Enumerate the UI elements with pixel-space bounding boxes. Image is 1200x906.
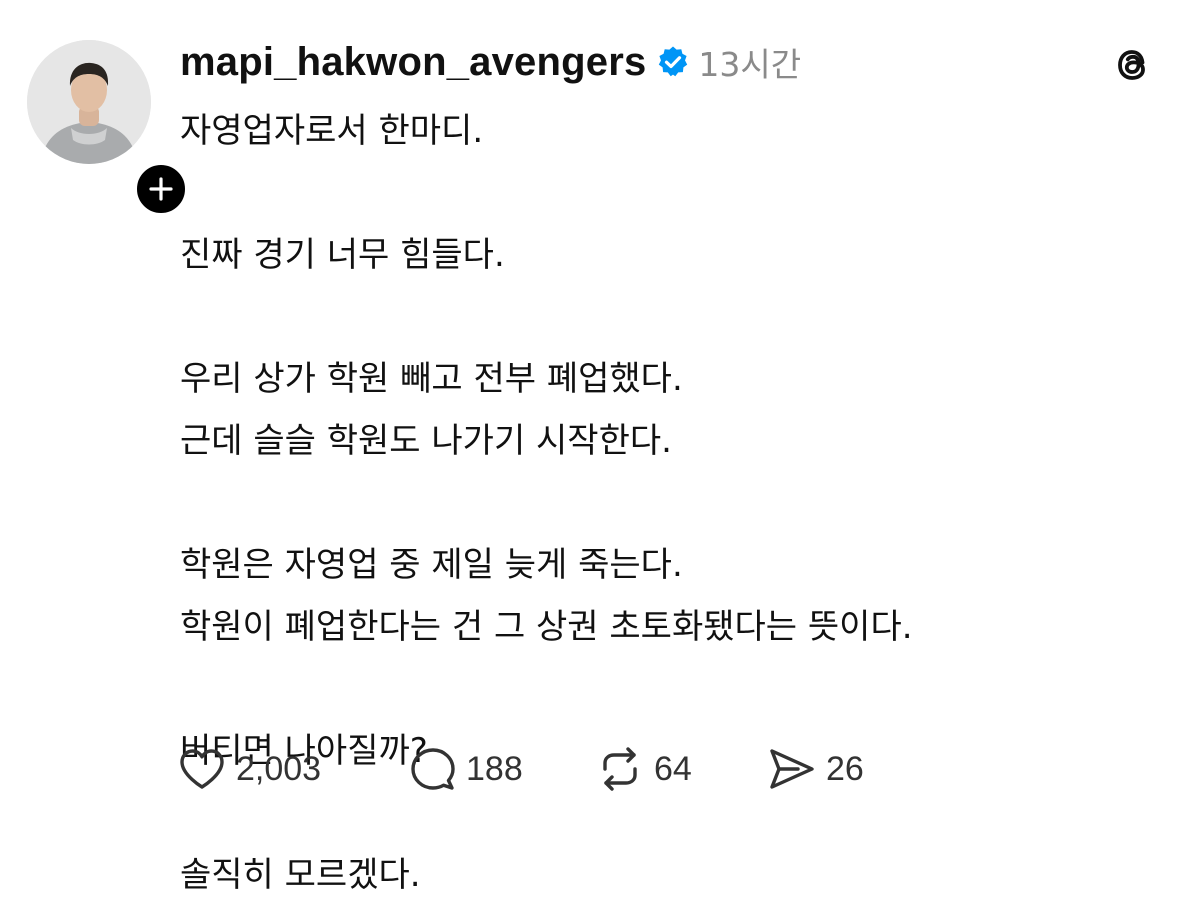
avatar[interactable]: [27, 40, 151, 164]
avatar-image: [27, 40, 151, 164]
reply-count: 188: [466, 749, 523, 788]
username-link[interactable]: mapi_hakwon_avengers: [180, 40, 646, 85]
speech-bubble-icon: [411, 748, 455, 790]
plus-icon: [149, 177, 173, 201]
post-text-line: [180, 658, 1170, 720]
action-bar: 2,003 188 64 26: [178, 742, 864, 796]
repost-button[interactable]: 64: [596, 747, 768, 791]
heart-icon: [180, 749, 224, 789]
post-header: mapi_hakwon_avengers 13시간: [180, 36, 801, 88]
reply-button[interactable]: 188: [410, 746, 596, 792]
share-button[interactable]: 26: [768, 747, 864, 791]
share-count: 26: [826, 749, 864, 788]
repost-icon: [603, 747, 637, 791]
post-text-line: 학원은 자영업 중 제일 늦게 죽는다.: [180, 545, 683, 585]
like-button[interactable]: 2,003: [178, 747, 410, 791]
repost-count: 64: [654, 749, 692, 788]
like-count: 2,003: [236, 749, 322, 788]
verified-badge-icon: [656, 45, 690, 79]
post-text-line: [180, 286, 1170, 348]
post-text-line: 우리 상가 학원 빼고 전부 폐업했다.: [180, 359, 683, 399]
post-text-line: 학원이 폐업한다는 건 그 상권 초토화됐다는 뜻이다.: [180, 607, 913, 647]
post-text-line: 근데 슬슬 학원도 나가기 시작한다.: [180, 421, 672, 461]
post-text-line: [180, 472, 1170, 534]
post-timestamp[interactable]: 13시간: [698, 38, 801, 86]
threads-logo-icon[interactable]: [1108, 40, 1156, 88]
post-text-line: 자영업자로서 한마디.: [180, 111, 484, 151]
avatar-container: [27, 40, 190, 218]
post-text-line: [180, 162, 1170, 224]
post-text-line: 진짜 경기 너무 힘들다.: [180, 235, 505, 275]
send-icon: [770, 749, 814, 789]
post-text-line: 솔직히 모르겠다.: [180, 855, 421, 895]
